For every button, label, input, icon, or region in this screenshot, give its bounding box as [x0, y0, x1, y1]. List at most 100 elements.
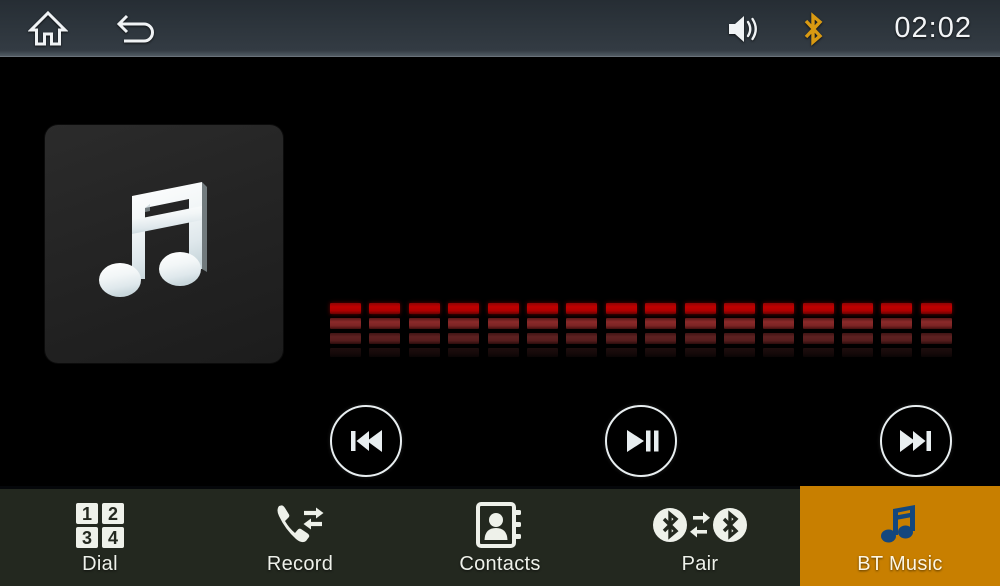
equalizer-column: [920, 303, 952, 381]
equalizer-bar: [330, 333, 361, 344]
equalizer-bar: [802, 303, 834, 314]
next-track-icon: [900, 430, 931, 452]
nav-item-bt-music[interactable]: BT Music: [800, 486, 1000, 586]
equalizer-visualizer: [330, 303, 952, 381]
bluetooth-icon: [804, 11, 823, 46]
equalizer-bar: [369, 318, 401, 329]
equalizer-column: [881, 303, 913, 381]
play-pause-button[interactable]: [605, 405, 677, 477]
dialpad-key-3: 3: [82, 528, 92, 548]
equalizer-bar-reflection: [763, 348, 795, 357]
speaker-volume-icon: [729, 15, 757, 42]
equalizer-bar: [763, 318, 795, 329]
nav-item-contacts[interactable]: Contacts: [400, 486, 600, 586]
equalizer-bar: [645, 303, 677, 314]
equalizer-bar-reflection: [723, 348, 755, 357]
equalizer-bar: [684, 303, 716, 314]
equalizer-bar-reflection: [487, 348, 519, 357]
equalizer-column: [408, 303, 440, 381]
equalizer-bar-reflection: [842, 348, 874, 357]
nav-label-record: Record: [266, 553, 334, 575]
equalizer-column: [684, 303, 716, 381]
nav-label-pair: Pair: [681, 553, 719, 575]
album-art: [45, 125, 283, 363]
equalizer-column: [763, 303, 795, 381]
nav-item-dial[interactable]: 1 2 3 4 Dial: [0, 486, 200, 586]
equalizer-bar: [526, 318, 558, 329]
equalizer-bar-reflection: [566, 348, 598, 357]
equalizer-bar-reflection: [645, 348, 677, 357]
equalizer-bar: [645, 318, 677, 329]
back-arrow-icon: [116, 14, 154, 42]
equalizer-bar: [842, 318, 874, 329]
equalizer-column: [645, 303, 677, 381]
next-track-button[interactable]: [880, 405, 952, 477]
equalizer-bar-reflection: [526, 348, 558, 357]
status-bar: 02:02: [0, 0, 1000, 57]
equalizer-bar: [920, 318, 952, 329]
home-button[interactable]: [28, 10, 68, 48]
equalizer-bar: [881, 333, 913, 344]
equalizer-bar: [448, 333, 480, 344]
equalizer-bar: [802, 318, 834, 329]
status-bar-left-group: [0, 10, 158, 48]
nav-label-bt-music: BT Music: [857, 553, 943, 575]
equalizer-bar: [566, 333, 598, 344]
nav-item-record[interactable]: Record: [200, 486, 400, 586]
player-stage: [0, 57, 1000, 486]
equalizer-bar: [605, 303, 637, 314]
equalizer-bar: [408, 303, 440, 314]
nav-label-contacts: Contacts: [459, 553, 541, 575]
equalizer-bar: [645, 333, 677, 344]
equalizer-bar: [487, 318, 519, 329]
dialpad-key-2: 2: [108, 504, 118, 524]
call-record-icon: [272, 502, 328, 548]
equalizer-column: [605, 303, 637, 381]
equalizer-bar: [448, 303, 480, 314]
transport-controls: [330, 400, 952, 482]
equalizer-bar: [330, 318, 361, 329]
equalizer-column: [487, 303, 519, 381]
equalizer-bar-reflection: [920, 348, 952, 357]
equalizer-bar-reflection: [408, 348, 440, 357]
equalizer-column: [369, 303, 401, 381]
equalizer-bar: [842, 303, 874, 314]
equalizer-bar: [369, 333, 401, 344]
equalizer-bar: [448, 318, 480, 329]
bluetooth-pair-icon: [652, 502, 748, 548]
equalizer-column: [723, 303, 755, 381]
equalizer-bar: [684, 333, 716, 344]
bt-music-note-icon: [876, 502, 924, 548]
equalizer-bar: [723, 333, 755, 344]
nav-item-pair[interactable]: Pair: [600, 486, 800, 586]
music-note-icon: [99, 182, 207, 297]
equalizer-column: [448, 303, 480, 381]
equalizer-bar: [330, 303, 361, 314]
equalizer-bar: [881, 303, 913, 314]
equalizer-bar-reflection: [605, 348, 637, 357]
back-button[interactable]: [114, 12, 158, 46]
bluetooth-status-button[interactable]: [800, 11, 826, 47]
dialpad-key-1: 1: [82, 504, 92, 524]
prev-track-button[interactable]: [330, 405, 402, 477]
equalizer-column: [330, 303, 361, 381]
equalizer-bar: [684, 318, 716, 329]
bottom-navigation-bar: 1 2 3 4 Dial Record Contacts Pair BT Mus…: [0, 486, 1000, 586]
equalizer-bar: [566, 303, 598, 314]
equalizer-bar: [487, 333, 519, 344]
equalizer-bar: [842, 333, 874, 344]
equalizer-bar: [526, 303, 558, 314]
equalizer-bar: [487, 303, 519, 314]
contacts-book-icon: [474, 502, 526, 548]
dialpad-key-4: 4: [108, 528, 118, 548]
equalizer-column: [566, 303, 598, 381]
equalizer-bar-reflection: [684, 348, 716, 357]
equalizer-bar-reflection: [369, 348, 401, 357]
dialpad-icon: 1 2 3 4: [73, 502, 127, 548]
equalizer-bar: [723, 318, 755, 329]
equalizer-bar: [605, 333, 637, 344]
equalizer-bar: [763, 333, 795, 344]
volume-button[interactable]: [726, 13, 762, 45]
nav-label-dial: Dial: [82, 553, 118, 575]
equalizer-column: [526, 303, 558, 381]
